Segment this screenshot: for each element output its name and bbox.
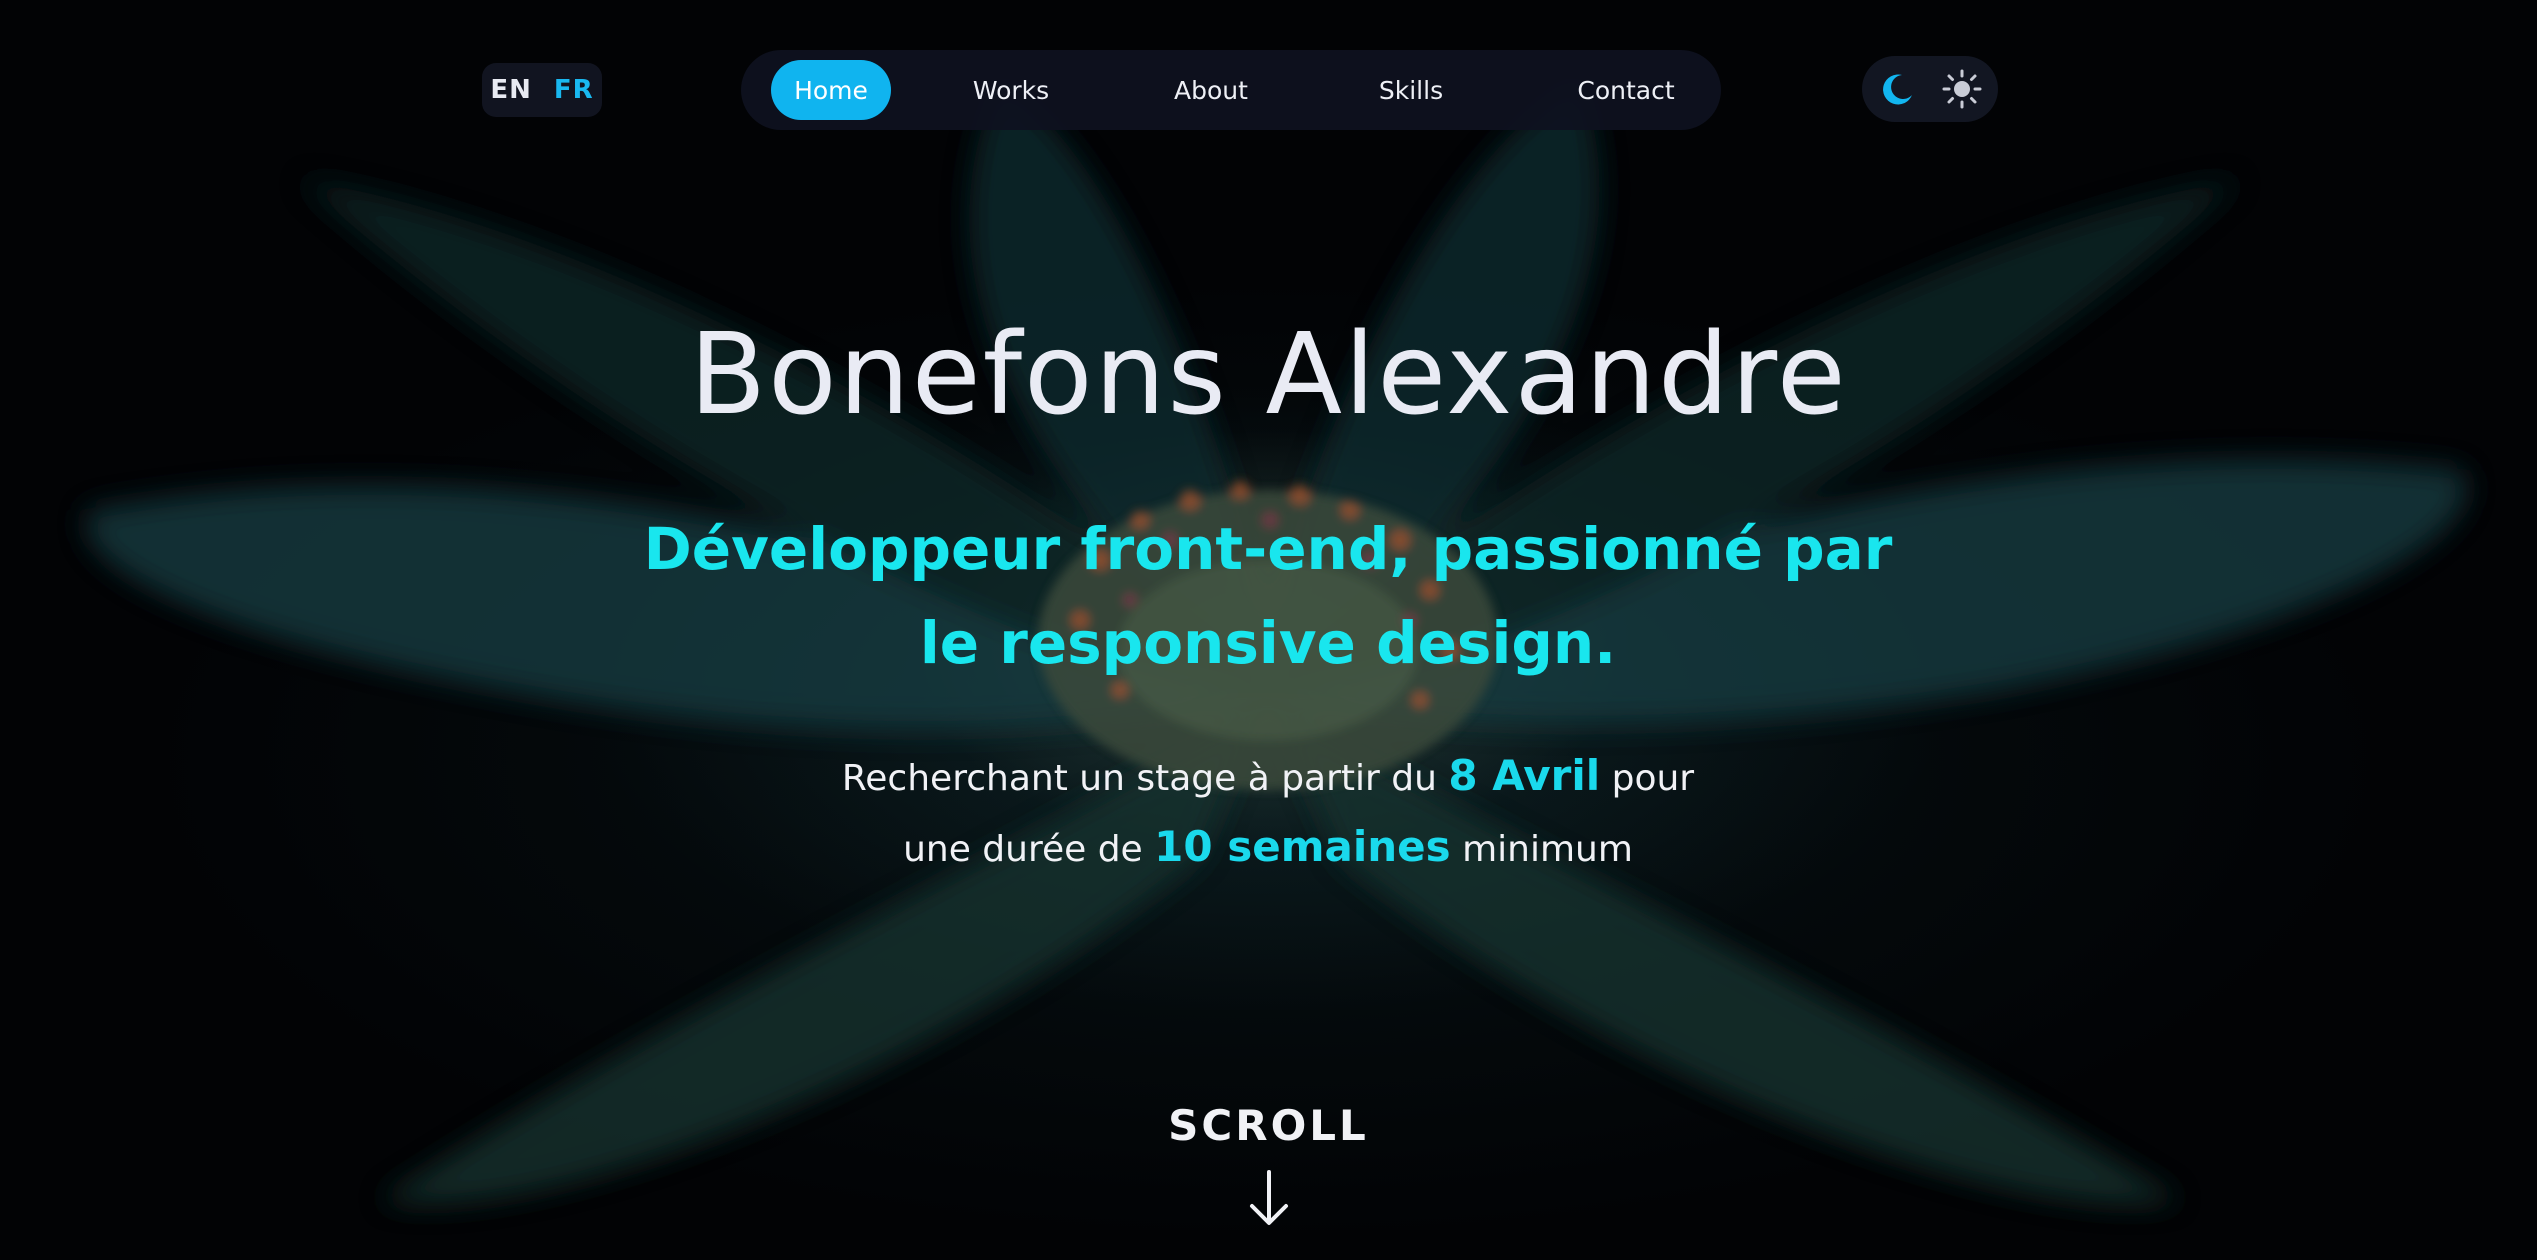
avail-line1-text: Recherchant un stage à partir du — [841, 758, 1437, 799]
language-switch: EN FR — [482, 63, 602, 117]
nav-item-home[interactable]: Home — [771, 60, 891, 120]
hero-subtitle-line1: Développeur front-end, passionné par — [643, 515, 1893, 583]
main-nav: Home Works About Skills Contact — [741, 50, 1721, 130]
availability-text: Recherchant un stage à partir du 8 Avril… — [718, 742, 1818, 884]
avail-start-date: 8 Avril — [1448, 751, 1601, 800]
hero-title: Bonefons Alexandre — [689, 310, 1848, 440]
nav-item-skills[interactable]: Skills — [1351, 60, 1471, 120]
sun-icon[interactable] — [1938, 65, 1986, 113]
hero-subtitle: Développeur front-end, passionné par le … — [618, 502, 1918, 690]
lang-en-button[interactable]: EN — [490, 75, 532, 105]
avail-duration: 10 semaines — [1154, 822, 1451, 871]
hero-subtitle-line2: le responsive design. — [919, 609, 1617, 677]
avail-line1-end: pour — [1611, 758, 1695, 799]
nav-item-contact[interactable]: Contact — [1561, 60, 1691, 120]
lang-fr-button[interactable]: FR — [554, 75, 594, 105]
avail-line2-end: minimum — [1462, 829, 1633, 870]
nav-item-about[interactable]: About — [1151, 60, 1271, 120]
theme-switch — [1862, 56, 1998, 122]
moon-icon[interactable] — [1874, 65, 1922, 113]
arrow-down-icon[interactable] — [1248, 1168, 1290, 1228]
page: EN FR Home Works About Skills Contact Bo… — [0, 0, 2537, 1260]
nav-item-works[interactable]: Works — [951, 60, 1071, 120]
scroll-label[interactable]: SCROLL — [0, 1100, 2537, 1152]
avail-line2-text: une durée de — [903, 829, 1143, 870]
